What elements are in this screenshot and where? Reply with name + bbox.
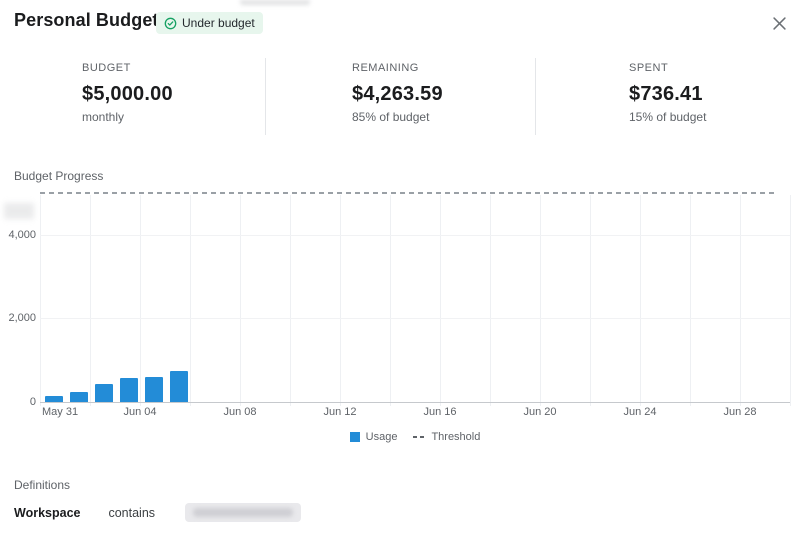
gridline-vertical bbox=[390, 195, 391, 406]
redacted-axis-label bbox=[4, 203, 34, 219]
gridline-vertical bbox=[640, 195, 641, 406]
x-axis-tick-label: May 31 bbox=[42, 406, 78, 418]
x-axis-tick-label: Jun 12 bbox=[323, 406, 356, 418]
gridline-vertical bbox=[40, 195, 41, 406]
y-axis-tick-label: 0 bbox=[0, 396, 36, 408]
x-axis-tick-label: Jun 28 bbox=[723, 406, 756, 418]
gridline-vertical bbox=[190, 195, 191, 406]
gridline-vertical bbox=[690, 195, 691, 406]
definition-operator: contains bbox=[108, 506, 155, 520]
legend-label: Threshold bbox=[431, 431, 480, 443]
x-axis-tick-label: Jun 20 bbox=[523, 406, 556, 418]
gridline-vertical bbox=[790, 195, 791, 406]
x-axis-tick-label: Jun 16 bbox=[423, 406, 456, 418]
x-axis-tick-label: Jun 04 bbox=[123, 406, 156, 418]
gridline-horizontal bbox=[40, 318, 790, 319]
usage-bar[interactable] bbox=[170, 371, 188, 402]
y-axis-tick-label: 4,000 bbox=[0, 229, 36, 241]
legend-label: Usage bbox=[366, 431, 398, 443]
gridline-vertical bbox=[490, 195, 491, 406]
definition-row: Workspace contains bbox=[14, 503, 301, 522]
budget-progress-chart: 0 2,000 4,000 May 31 Jun 04 Jun 08 Jun 12 Jun 1… bbox=[0, 0, 800, 460]
usage-bar[interactable] bbox=[120, 378, 138, 402]
threshold-line bbox=[40, 192, 777, 194]
legend-dashed-line-icon bbox=[413, 436, 425, 438]
definition-field: Workspace bbox=[14, 506, 80, 520]
gridline-vertical bbox=[290, 195, 291, 406]
y-axis-tick-label: 2,000 bbox=[0, 312, 36, 324]
gridline-horizontal bbox=[40, 235, 790, 236]
usage-bar[interactable] bbox=[145, 377, 163, 402]
gridline-vertical bbox=[240, 195, 241, 406]
legend-item-threshold[interactable]: Threshold bbox=[413, 431, 480, 443]
usage-bar[interactable] bbox=[70, 392, 88, 402]
usage-bar[interactable] bbox=[45, 396, 63, 402]
gridline-vertical bbox=[90, 195, 91, 406]
x-axis-line bbox=[40, 402, 790, 403]
x-axis-tick-label: Jun 24 bbox=[623, 406, 656, 418]
legend-item-usage[interactable]: Usage bbox=[350, 431, 398, 443]
gridline-vertical bbox=[740, 195, 741, 406]
redaction-blur bbox=[193, 508, 293, 517]
gridline-vertical bbox=[340, 195, 341, 406]
gridline-vertical bbox=[140, 195, 141, 406]
gridline-vertical bbox=[440, 195, 441, 406]
chart-legend: Usage Threshold bbox=[40, 431, 790, 443]
gridline-vertical bbox=[590, 195, 591, 406]
definitions-title: Definitions bbox=[14, 478, 70, 492]
gridline-vertical bbox=[540, 195, 541, 406]
x-axis-tick-label: Jun 08 bbox=[223, 406, 256, 418]
definition-value-redacted[interactable] bbox=[185, 503, 301, 522]
legend-bar-swatch-icon bbox=[350, 432, 360, 442]
usage-bar[interactable] bbox=[95, 384, 113, 402]
